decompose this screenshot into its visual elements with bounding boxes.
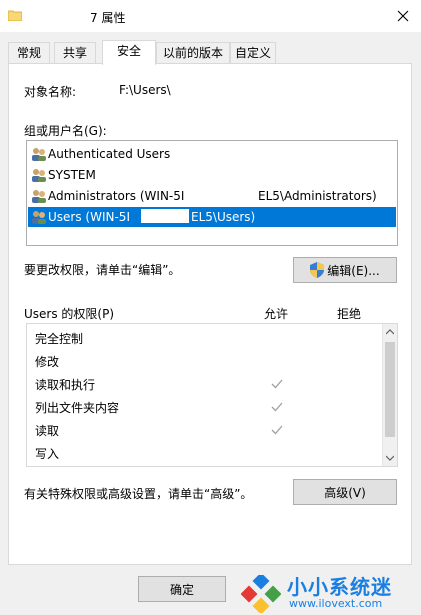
edit-button[interactable]: 编辑(E)... bbox=[293, 257, 397, 283]
checkmark-icon bbox=[271, 379, 283, 389]
user-item-system[interactable]: SYSTEM bbox=[28, 165, 396, 185]
perm-row: 写入 bbox=[35, 447, 60, 461]
watermark-url: www.ilovext.com bbox=[289, 597, 383, 610]
watermark-text: 小小系统迷 bbox=[287, 575, 392, 599]
scroll-thumb[interactable] bbox=[385, 342, 395, 437]
watermark: 小小系统迷 www.ilovext.com bbox=[231, 567, 421, 615]
tab-previous-versions[interactable]: 以前的版本 bbox=[156, 42, 230, 63]
object-name-label: 对象名称: bbox=[24, 85, 77, 99]
security-panel: 对象名称: F:\Users\ 组或用户名(G): Authenticated … bbox=[8, 63, 412, 565]
tab-sharing[interactable]: 共享 bbox=[54, 42, 96, 63]
perm-header-label: Users 的权限(P) bbox=[24, 307, 115, 321]
tab-general[interactable]: 常规 bbox=[8, 42, 50, 63]
tab-customize[interactable]: 自定义 bbox=[230, 42, 276, 63]
logo-icon bbox=[241, 575, 281, 613]
change-perm-text: 要更改权限，请单击“编辑”。 bbox=[24, 263, 181, 277]
close-icon bbox=[397, 10, 409, 22]
checkmark-icon bbox=[271, 402, 283, 412]
uac-shield-icon bbox=[310, 262, 325, 278]
folder-icon bbox=[8, 10, 22, 21]
users-group-icon bbox=[32, 190, 46, 203]
title-redaction bbox=[28, 10, 88, 22]
scroll-down-icon[interactable] bbox=[386, 455, 394, 461]
window-title: 7 属性 bbox=[90, 11, 126, 25]
users-group-icon bbox=[32, 169, 46, 182]
user-item-administrators[interactable]: Administrators (WIN-5I EL5\Administrator… bbox=[28, 186, 396, 206]
scroll-up-icon[interactable] bbox=[386, 329, 394, 335]
user-item-users[interactable]: Users (WIN-5I EL5\Users) bbox=[28, 207, 396, 227]
user-item-authenticated[interactable]: Authenticated Users bbox=[28, 144, 396, 164]
permission-list[interactable]: 完全控制 修改 读取和执行 列出文件夹内容 读取 写入 bbox=[26, 323, 398, 467]
tab-security[interactable]: 安全 bbox=[102, 40, 156, 65]
ok-button[interactable]: 确定 bbox=[138, 576, 226, 602]
users-group-icon bbox=[32, 148, 46, 161]
perm-allow-column: 允许 bbox=[264, 307, 289, 321]
checkmark-icon bbox=[271, 425, 283, 435]
perm-scrollbar[interactable] bbox=[382, 324, 397, 466]
perm-row: 列出文件夹内容 bbox=[27, 397, 382, 420]
user-listbox[interactable]: Authenticated Users SYSTEM Administrator… bbox=[26, 140, 398, 246]
redaction-box bbox=[141, 209, 189, 223]
close-button[interactable] bbox=[385, 0, 421, 32]
users-group-icon bbox=[32, 211, 46, 224]
perm-deny-column: 拒绝 bbox=[337, 307, 362, 321]
perm-row: 读取 bbox=[27, 420, 382, 443]
advanced-button[interactable]: 高级(V) bbox=[293, 479, 397, 505]
perm-row: 读取和执行 bbox=[27, 374, 382, 397]
advanced-text: 有关特殊权限或高级设置，请单击“高级”。 bbox=[24, 487, 253, 501]
title-bar: 7 属性 bbox=[0, 0, 421, 32]
perm-row: 完全控制 bbox=[35, 332, 84, 346]
object-name-value: F:\Users\ bbox=[119, 83, 171, 97]
group-label: 组或用户名(G): bbox=[24, 124, 107, 138]
perm-row: 修改 bbox=[35, 355, 60, 369]
